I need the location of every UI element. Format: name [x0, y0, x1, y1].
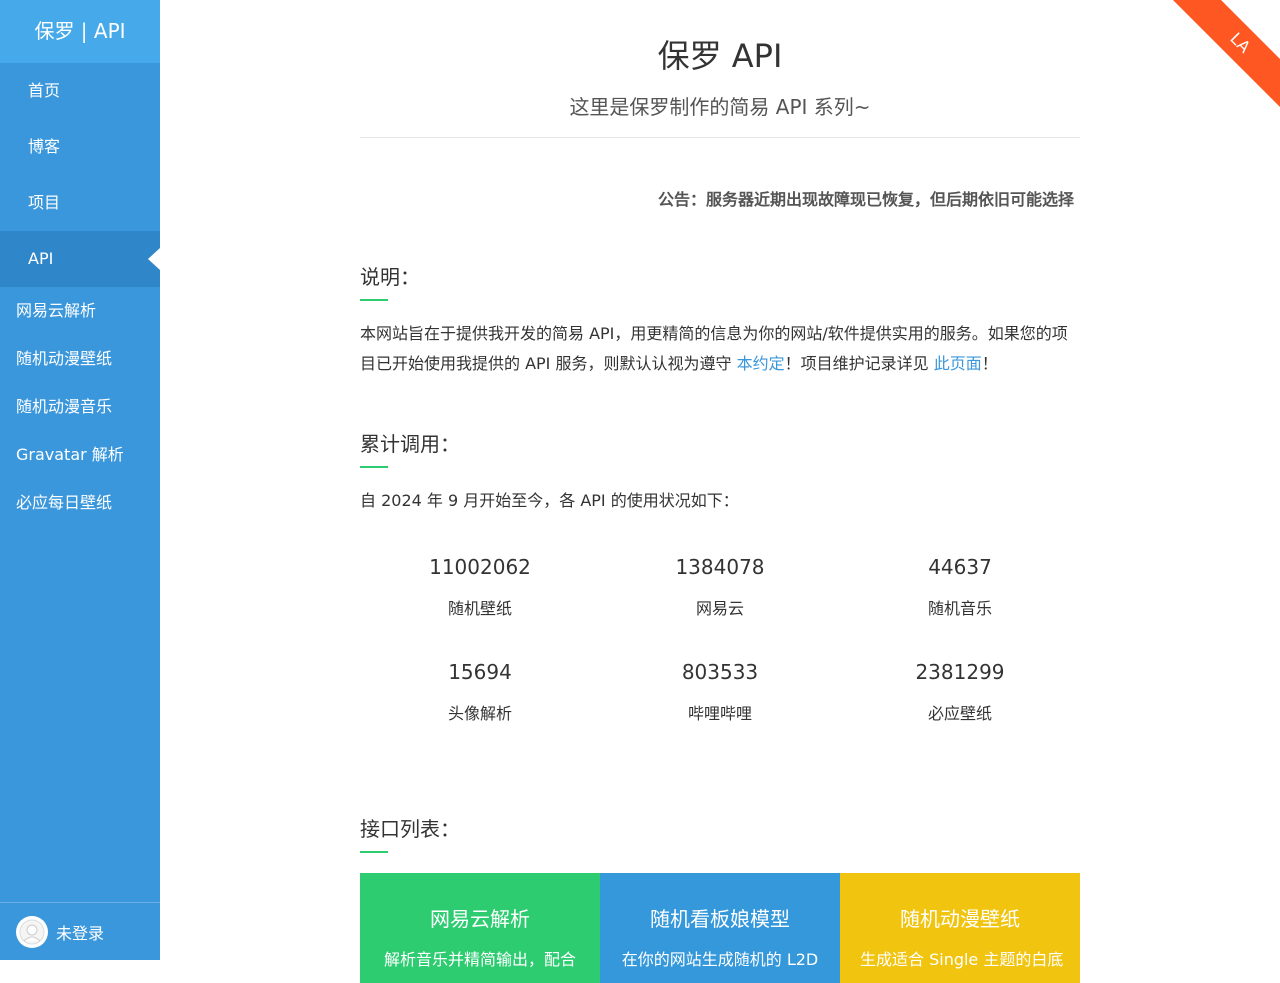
site-brand[interactable]: 保罗 | API	[0, 0, 160, 63]
user-box[interactable]: 未登录	[0, 902, 160, 960]
section-title-usage: 累计调用：	[360, 432, 460, 456]
stat-value: 11002062	[429, 555, 531, 579]
stat-value: 15694	[448, 660, 512, 684]
stat-label: 随机音乐	[927, 599, 992, 618]
divider	[360, 137, 1080, 138]
sub-item-netease[interactable]: 网易云解析	[0, 287, 160, 335]
stat-label: 头像解析	[447, 704, 512, 723]
nav-item-home[interactable]: 首页	[0, 63, 160, 119]
notice-marquee: 公告：服务器近期出现故障现已恢复，但后期依旧可能选择	[360, 188, 1080, 212]
login-status[interactable]: 未登录	[56, 920, 104, 944]
stat-label: 必应壁纸	[927, 704, 992, 723]
card-title: 随机动漫壁纸	[900, 907, 1020, 931]
stat-value: 803533	[681, 660, 759, 684]
stat-value: 1384078	[675, 555, 765, 579]
card-desc: 生成适合 Single 主题的白底	[860, 950, 1064, 969]
main-content: 保罗 API 这里是保罗制作的简易 API 系列~ 公告：服务器近期出现故障现已…	[360, 0, 1080, 983]
api-card-random-wallpaper[interactable]: 随机动漫壁纸 生成适合 Single 主题的白底	[840, 873, 1080, 983]
page-subtitle: 这里是保罗制作的简易 API 系列~	[569, 95, 871, 119]
api-card-list: 网易云解析 解析音乐并精简输出，配合 随机看板娘模型 在你的网站生成随机的 L2…	[360, 873, 1080, 983]
page-title: 保罗 API	[657, 37, 783, 75]
stat-label: 随机壁纸	[447, 599, 512, 618]
card-desc: 解析音乐并精简输出，配合	[383, 950, 576, 969]
sub-item-random-music[interactable]: 随机动漫音乐	[0, 383, 160, 431]
api-list-section: 接口列表： 网易云解析 解析音乐并精简输出，配合 随机看板娘模型 在你的网站生成…	[360, 816, 1080, 983]
nav-item-api[interactable]: API	[0, 231, 160, 287]
usage-intro: 自 2024 年 9 月开始至今，各 API 的使用状况如下：	[360, 491, 739, 510]
api-card-netease[interactable]: 网易云解析 解析音乐并精简输出，配合	[360, 873, 600, 983]
title-underline	[360, 851, 388, 853]
ribbon-label: LA	[1171, 0, 1280, 110]
section-title-api-list: 接口列表：	[360, 817, 460, 841]
avatar[interactable]	[16, 915, 48, 948]
nav-item-blog[interactable]: 博客	[0, 119, 160, 175]
stat-item: 44637 随机音乐	[840, 554, 1080, 659]
usage-section: 累计调用： 自 2024 年 9 月开始至今，各 API 的使用状况如下： 11…	[360, 431, 1080, 764]
card-desc: 在你的网站生成随机的 L2D	[621, 950, 819, 969]
maintenance-log-link[interactable]: 此页面	[934, 354, 982, 373]
api-card-live2d[interactable]: 随机看板娘模型 在你的网站生成随机的 L2D	[600, 873, 840, 983]
corner-ribbon[interactable]: LA	[1170, 0, 1280, 110]
stat-value: 44637	[928, 555, 992, 579]
description-part3: ！	[981, 354, 998, 373]
card-title: 随机看板娘模型	[650, 907, 790, 931]
description-part2: ！项目维护记录详见	[784, 354, 934, 373]
section-title-description: 说明：	[360, 265, 420, 289]
stat-label: 网易云	[695, 599, 744, 618]
stat-value: 2381299	[915, 660, 1005, 684]
card-title: 网易云解析	[430, 907, 530, 931]
sub-item-bing-wallpaper[interactable]: 必应每日壁纸	[0, 479, 160, 527]
stat-item: 2381299 必应壁纸	[840, 659, 1080, 764]
usage-stats-grid: 11002062 随机壁纸 1384078 网易云 44637 随机音乐 156…	[360, 554, 1080, 764]
sub-item-gravatar[interactable]: Gravatar 解析	[0, 431, 160, 479]
stat-item: 1384078 网易云	[600, 554, 840, 659]
api-sub-menu: 网易云解析 随机动漫壁纸 随机动漫音乐 Gravatar 解析 必应每日壁纸	[0, 287, 160, 527]
stat-item: 15694 头像解析	[360, 659, 600, 764]
nav-item-projects[interactable]: 项目	[0, 175, 160, 231]
title-underline	[360, 466, 388, 468]
stat-label: 哔哩哔哩	[687, 704, 752, 723]
description-text: 本网站旨在于提供我开发的简易 API，用更精简的信息为你的网站/软件提供实用的服…	[360, 319, 1080, 379]
notice-text: 公告：服务器近期出现故障现已恢复，但后期依旧可能选择	[658, 190, 1075, 209]
stat-item: 11002062 随机壁纸	[360, 554, 600, 659]
default-avatar-icon	[19, 919, 45, 944]
sub-item-random-wallpaper[interactable]: 随机动漫壁纸	[0, 335, 160, 383]
description-section: 说明： 本网站旨在于提供我开发的简易 API，用更精简的信息为你的网站/软件提供…	[360, 264, 1080, 379]
title-underline	[360, 299, 388, 301]
sidebar: 保罗 | API 首页 博客 项目 API 网易云解析 随机动漫壁纸 随机动漫音…	[0, 0, 160, 960]
agreement-link[interactable]: 本约定	[737, 354, 785, 373]
stat-item: 803533 哔哩哔哩	[600, 659, 840, 764]
